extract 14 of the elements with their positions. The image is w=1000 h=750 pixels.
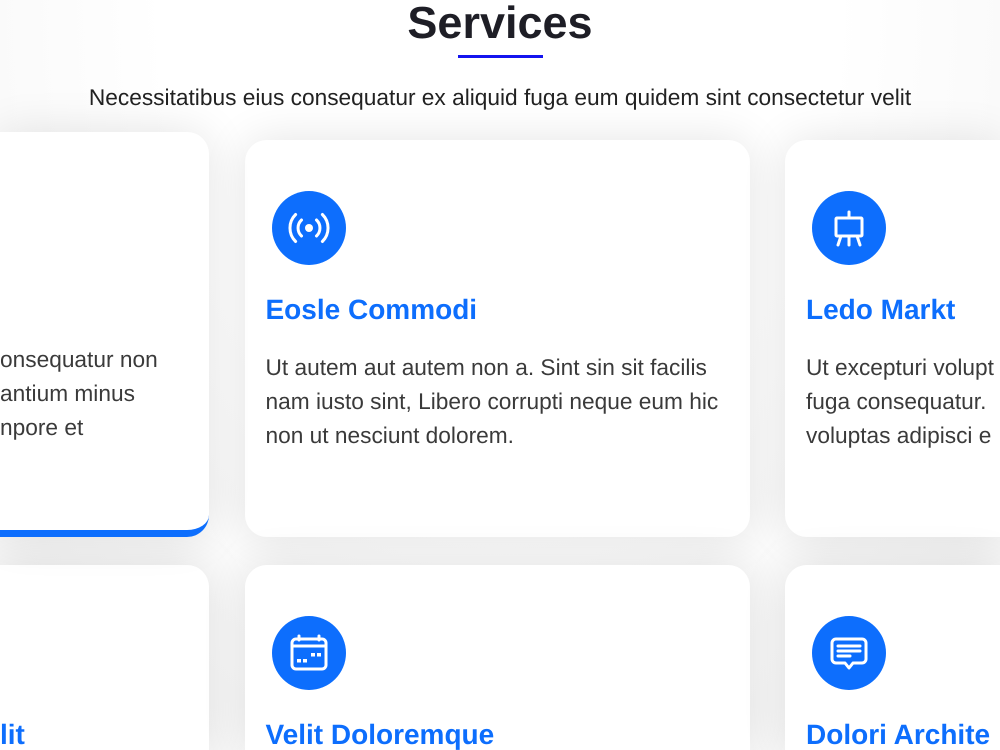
- service-description: Ut autem aut autem non a. Sint sin sit facilis nam iusto sint, Libero corrupti neque eum hic non ut nesciunt dolorem.: [266, 353, 720, 450]
- service-title: Velit Doloremque: [266, 721, 496, 749]
- easel-icon: [812, 191, 886, 265]
- service-title: Dolori Archite: [806, 721, 992, 749]
- broadcast-icon: [272, 191, 346, 265]
- service-title: lit: [0, 721, 26, 749]
- service-title: Ledo Markt: [806, 296, 956, 324]
- service-description: onsequatur non antium minus npore et: [0, 345, 159, 442]
- calendar-icon: [272, 616, 346, 690]
- section-heading: Services: [407, 0, 593, 45]
- service-description: Ut excepturi volupt fuga consequatur. voluptas adipisci e: [806, 353, 995, 450]
- chat-icon: [812, 616, 886, 690]
- section-subtitle: Necessitatibus eius consequatur ex aliquid fuga eum quidem sint consectetur velit: [88, 83, 912, 111]
- service-title: Eosle Commodi: [266, 296, 478, 324]
